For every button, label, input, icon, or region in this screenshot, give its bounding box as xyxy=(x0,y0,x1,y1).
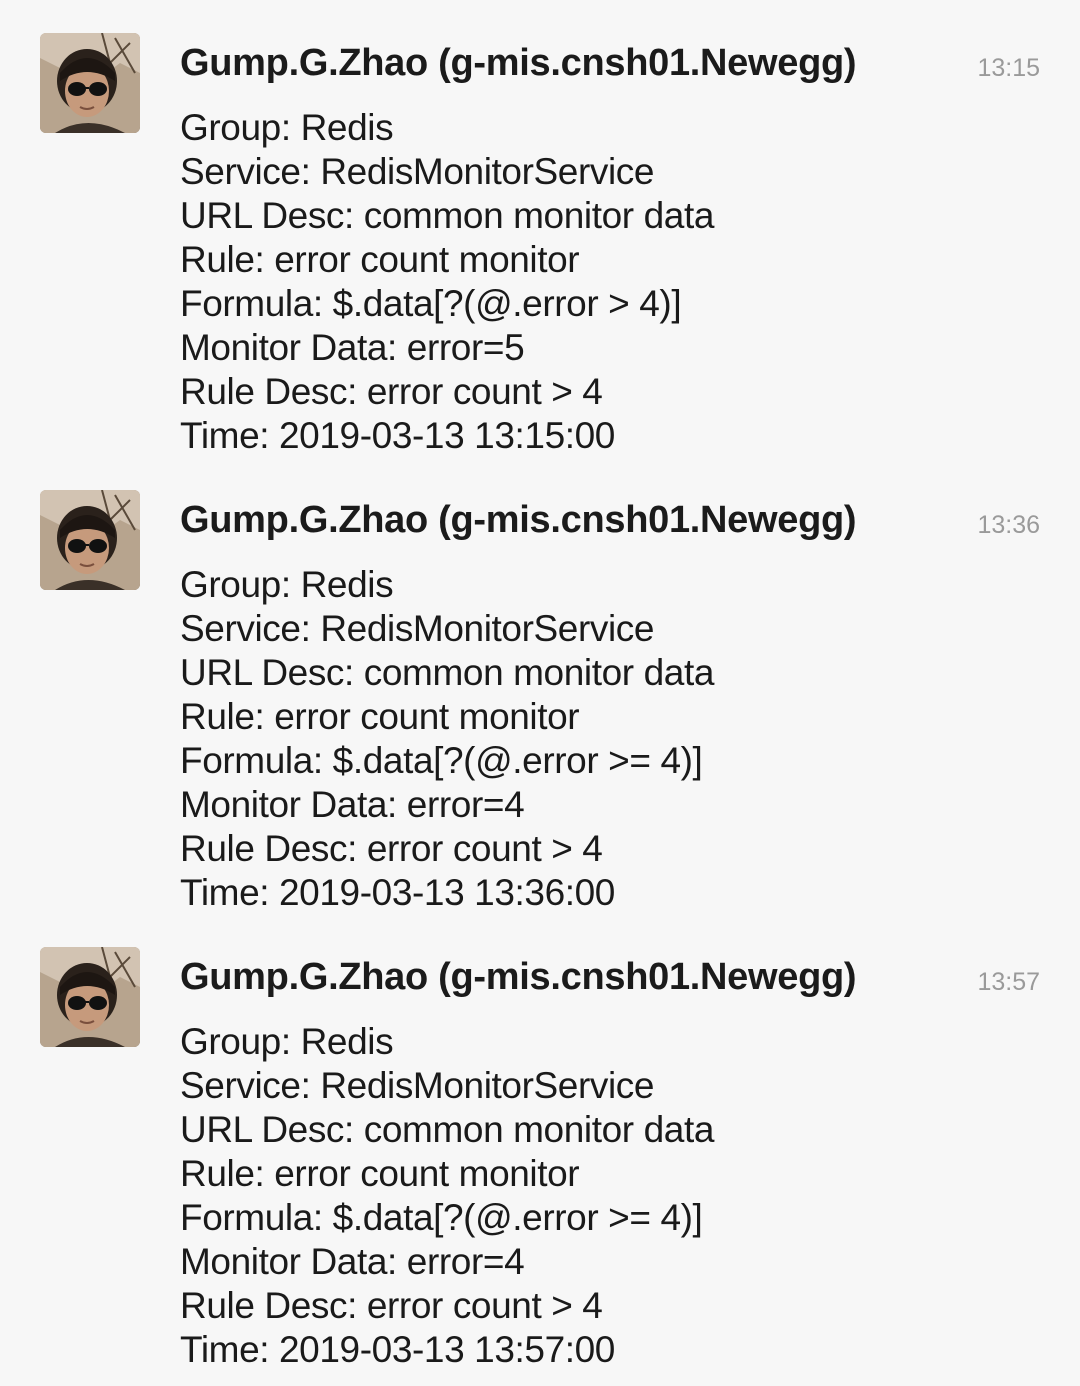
message-line-service: Service: RedisMonitorService xyxy=(180,608,655,649)
message-item: Gump.G.Zhao (g-mis.cnsh01.Newegg) 13:36 … xyxy=(0,457,1080,913)
message-line-time: Time: 2019-03-13 13:36:00 xyxy=(180,872,615,913)
message-line-rule: Rule: error count monitor xyxy=(180,1153,580,1194)
message-item: Gump.G.Zhao (g-mis.cnsh01.Newegg) 13:57 … xyxy=(0,914,1080,1370)
message-time: 13:36 xyxy=(977,511,1040,539)
user-avatar-icon xyxy=(40,947,140,1047)
message-body: Group: Redis Service: RedisMonitorServic… xyxy=(180,106,714,458)
message-line-rule: Rule: error count monitor xyxy=(180,696,580,737)
message-line-monitor-data: Monitor Data: error=5 xyxy=(180,327,525,368)
message-line-monitor-data: Monitor Data: error=4 xyxy=(180,784,525,825)
sender-avatar[interactable] xyxy=(40,947,140,1047)
sender-name[interactable]: Gump.G.Zhao (g-mis.cnsh01.Newegg) xyxy=(180,954,857,1000)
message-line-rule-desc: Rule Desc: error count > 4 xyxy=(180,828,603,869)
message-line-url-desc: URL Desc: common monitor data xyxy=(180,652,715,693)
message-line-rule: Rule: error count monitor xyxy=(180,239,580,280)
sender-name[interactable]: Gump.G.Zhao (g-mis.cnsh01.Newegg) xyxy=(180,40,857,86)
message-item: Gump.G.Zhao (g-mis.cnsh01.Newegg) 13:15 … xyxy=(0,0,1080,456)
message-line-url-desc: URL Desc: common monitor data xyxy=(180,195,715,236)
message-line-time: Time: 2019-03-13 13:57:00 xyxy=(180,1329,615,1370)
sender-avatar[interactable] xyxy=(40,33,140,133)
message-line-formula: Formula: $.data[?(@.error > 4)] xyxy=(180,283,682,324)
message-time: 13:15 xyxy=(977,54,1040,82)
message-line-group: Group: Redis xyxy=(180,107,394,148)
sender-avatar[interactable] xyxy=(40,490,140,590)
message-line-service: Service: RedisMonitorService xyxy=(180,1065,655,1106)
user-avatar-icon xyxy=(40,33,140,133)
message-line-formula: Formula: $.data[?(@.error >= 4)] xyxy=(180,740,703,781)
sender-name[interactable]: Gump.G.Zhao (g-mis.cnsh01.Newegg) xyxy=(180,497,857,543)
message-body: Group: Redis Service: RedisMonitorServic… xyxy=(180,563,714,915)
message-feed: Gump.G.Zhao (g-mis.cnsh01.Newegg) 13:15 … xyxy=(0,0,1080,1386)
message-body: Group: Redis Service: RedisMonitorServic… xyxy=(180,1020,714,1372)
message-line-formula: Formula: $.data[?(@.error >= 4)] xyxy=(180,1197,703,1238)
message-line-rule-desc: Rule Desc: error count > 4 xyxy=(180,371,603,412)
message-line-time: Time: 2019-03-13 13:15:00 xyxy=(180,415,615,456)
message-line-rule-desc: Rule Desc: error count > 4 xyxy=(180,1285,603,1326)
user-avatar-icon xyxy=(40,490,140,590)
message-line-service: Service: RedisMonitorService xyxy=(180,151,655,192)
message-line-url-desc: URL Desc: common monitor data xyxy=(180,1109,715,1150)
message-line-monitor-data: Monitor Data: error=4 xyxy=(180,1241,525,1282)
message-line-group: Group: Redis xyxy=(180,1021,394,1062)
message-line-group: Group: Redis xyxy=(180,564,394,605)
message-time: 13:57 xyxy=(977,968,1040,996)
